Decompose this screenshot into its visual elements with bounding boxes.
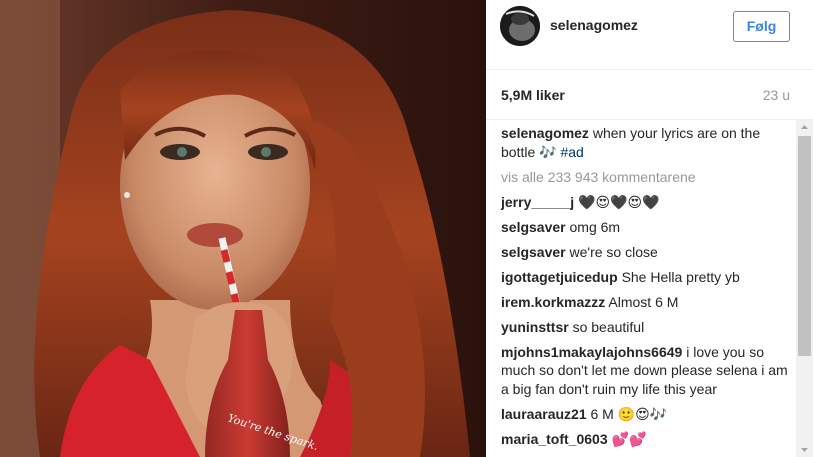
comment-text: 🖤😍🖤😍🖤 — [578, 193, 660, 210]
header-username[interactable]: selenagomez — [550, 17, 638, 33]
post-details-panel: selenagomez Følg 5,9M liker 23 u selenag… — [486, 0, 813, 457]
comment-text: omg 6m — [569, 218, 621, 235]
likes-count[interactable]: 5,9M liker — [501, 87, 565, 103]
list-item: irem.korkmazzz Almost 6 M — [501, 293, 791, 312]
comment-username[interactable]: jerry_____j — [501, 194, 574, 210]
comment-username[interactable]: maria_toft_0603 — [501, 431, 608, 447]
comment-username[interactable]: selgsaver — [501, 219, 566, 235]
comment-username[interactable]: selgsaver — [501, 244, 566, 260]
list-item: selgsaver we're so close — [501, 243, 791, 262]
comment-text: Almost 6 M — [608, 293, 679, 310]
scroll-up-arrow-icon[interactable] — [796, 120, 813, 134]
post-time[interactable]: 23 u — [763, 87, 790, 103]
comment-username[interactable]: igottagetjuicedup — [501, 269, 618, 285]
comment-username[interactable]: irem.korkmazzz — [501, 294, 605, 310]
caption: selenagomez when your lyrics are on the … — [501, 124, 791, 161]
list-item: yuninsttsr so beautiful — [501, 318, 791, 337]
post-header: selenagomez Følg — [486, 0, 813, 70]
caption-hashtag[interactable]: #ad — [560, 144, 583, 160]
comments-scrollbar[interactable] — [796, 120, 813, 457]
comment-text: 💕💕 — [611, 430, 647, 447]
scroll-down-arrow-icon[interactable] — [796, 443, 813, 457]
comment-username[interactable]: mjohns1makaylajohns6649 — [501, 344, 682, 360]
scrollbar-thumb[interactable] — [798, 136, 811, 356]
post-image[interactable]: You're the spark. — [0, 0, 486, 457]
list-item: selgsaver omg 6m — [501, 218, 791, 237]
list-item: lauraarauz21 6 M 🙂😍🎶 — [501, 405, 791, 424]
follow-button[interactable]: Følg — [733, 11, 790, 42]
comment-text: 6 M 🙂😍🎶 — [590, 405, 668, 422]
list-item: jerry_____j 🖤😍🖤😍🖤 — [501, 193, 791, 212]
list-item: maria_toft_0603 💕💕 — [501, 430, 791, 449]
caption-username[interactable]: selenagomez — [501, 125, 589, 141]
avatar-icon — [500, 6, 540, 46]
comment-username[interactable]: yuninsttsr — [501, 319, 569, 335]
comment-text: so beautiful — [572, 318, 645, 335]
comment-text: we're so close — [569, 243, 658, 260]
view-all-comments-link[interactable]: vis alle 233 943 kommentarene — [501, 168, 791, 187]
comment-text: She Hella pretty yb — [621, 268, 740, 285]
likes-row: 5,9M liker 23 u — [486, 70, 813, 120]
comments-list: selenagomez when your lyrics are on the … — [501, 124, 791, 455]
list-item: mjohns1makaylajohns6649 i love you so mu… — [501, 343, 791, 399]
list-item: igottagetjuicedup She Hella pretty yb — [501, 268, 791, 287]
post-photo-illustration: You're the spark. — [0, 0, 486, 457]
comment-username[interactable]: lauraarauz21 — [501, 406, 587, 422]
avatar[interactable] — [500, 6, 540, 46]
